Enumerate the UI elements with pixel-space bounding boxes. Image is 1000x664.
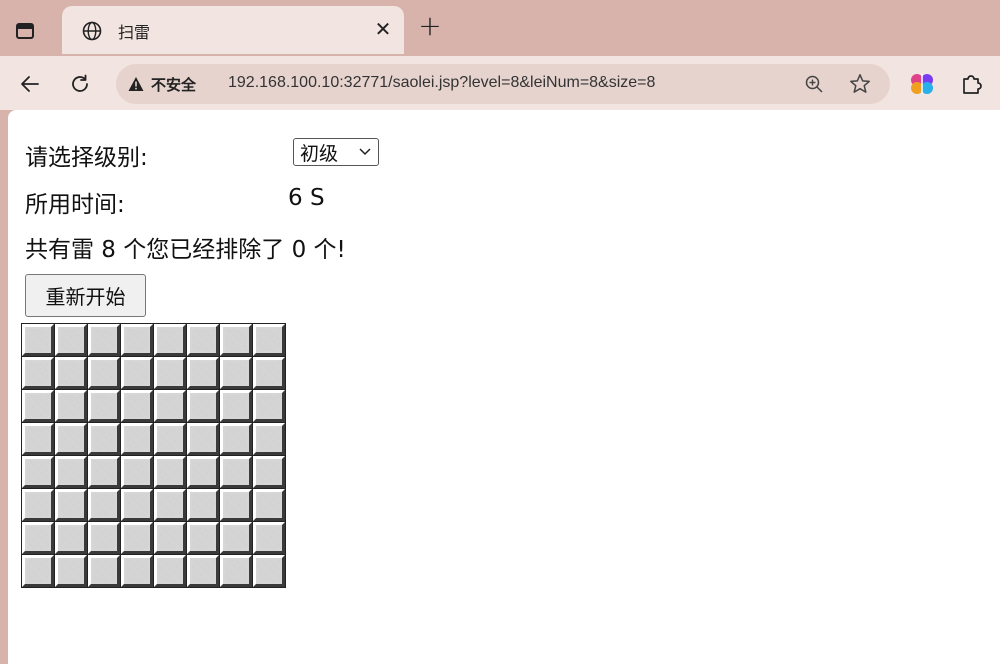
mine-cell[interactable] bbox=[120, 455, 154, 489]
mine-cell[interactable] bbox=[21, 554, 55, 588]
mine-cell[interactable] bbox=[87, 521, 121, 555]
mine-cell[interactable] bbox=[87, 422, 121, 456]
mine-cell[interactable] bbox=[153, 455, 187, 489]
mine-cell[interactable] bbox=[87, 554, 121, 588]
mine-cell[interactable] bbox=[21, 422, 55, 456]
mine-cell[interactable] bbox=[219, 455, 253, 489]
star-icon[interactable] bbox=[848, 72, 872, 96]
mine-cell[interactable] bbox=[186, 323, 220, 357]
mine-cell[interactable] bbox=[219, 521, 253, 555]
mine-cell[interactable] bbox=[153, 389, 187, 423]
mine-cell[interactable] bbox=[54, 455, 88, 489]
mine-cell[interactable] bbox=[153, 323, 187, 357]
mine-cell[interactable] bbox=[219, 554, 253, 588]
mine-cell[interactable] bbox=[153, 554, 187, 588]
mine-cell[interactable] bbox=[54, 356, 88, 390]
mine-cell[interactable] bbox=[120, 356, 154, 390]
restart-button[interactable]: 重新开始 bbox=[25, 274, 146, 317]
mine-cell[interactable] bbox=[252, 488, 286, 522]
mine-cell[interactable] bbox=[120, 488, 154, 522]
mine-cell[interactable] bbox=[186, 389, 220, 423]
mine-status-text: 共有雷 8 个您已经排除了 0 个! bbox=[25, 237, 346, 263]
mine-cell[interactable] bbox=[186, 356, 220, 390]
mine-cell[interactable] bbox=[21, 356, 55, 390]
browser-tab[interactable]: 扫雷 ✕ bbox=[62, 6, 404, 54]
level-select-value: 初级 bbox=[300, 142, 339, 165]
plus-icon[interactable]: + bbox=[416, 12, 444, 42]
mine-cell[interactable] bbox=[219, 389, 253, 423]
mine-cell[interactable] bbox=[21, 455, 55, 489]
mine-cell[interactable] bbox=[87, 488, 121, 522]
mine-cell[interactable] bbox=[219, 323, 253, 357]
tab-title: 扫雷 bbox=[118, 23, 151, 42]
url-text[interactable]: 192.168.100.10:32771/saolei.jsp?level=8&… bbox=[228, 74, 655, 92]
arrow-left-icon[interactable] bbox=[16, 70, 44, 98]
level-label: 请选择级别: bbox=[25, 145, 148, 171]
mine-cell[interactable] bbox=[54, 554, 88, 588]
mine-cell[interactable] bbox=[120, 422, 154, 456]
globe-icon bbox=[82, 21, 102, 41]
mine-cell[interactable] bbox=[252, 422, 286, 456]
mine-cell[interactable] bbox=[186, 554, 220, 588]
address-bar[interactable]: 不安全 192.168.100.10:32771/saolei.jsp?leve… bbox=[116, 64, 890, 104]
browser-toolbar: 不安全 192.168.100.10:32771/saolei.jsp?leve… bbox=[0, 56, 1000, 110]
mine-cell[interactable] bbox=[252, 323, 286, 357]
mine-cell[interactable] bbox=[87, 389, 121, 423]
mine-cell[interactable] bbox=[87, 356, 121, 390]
mine-cell[interactable] bbox=[54, 488, 88, 522]
mine-cell[interactable] bbox=[54, 521, 88, 555]
mine-cell[interactable] bbox=[21, 521, 55, 555]
mine-cell[interactable] bbox=[186, 455, 220, 489]
mine-cell[interactable] bbox=[186, 521, 220, 555]
minesweeper-grid bbox=[21, 323, 286, 588]
security-label[interactable]: 不安全 bbox=[151, 74, 196, 95]
brain-extension-icon[interactable] bbox=[910, 73, 934, 95]
mine-cell[interactable] bbox=[186, 488, 220, 522]
mine-cell[interactable] bbox=[219, 356, 253, 390]
mine-cell[interactable] bbox=[21, 323, 55, 357]
mine-cell[interactable] bbox=[120, 521, 154, 555]
mine-cell[interactable] bbox=[153, 422, 187, 456]
mine-cell[interactable] bbox=[21, 389, 55, 423]
mine-cell[interactable] bbox=[21, 488, 55, 522]
mine-cell[interactable] bbox=[219, 488, 253, 522]
close-icon[interactable]: ✕ bbox=[372, 18, 394, 40]
mine-cell[interactable] bbox=[87, 323, 121, 357]
mine-cell[interactable] bbox=[252, 356, 286, 390]
mine-cell[interactable] bbox=[54, 422, 88, 456]
mine-cell[interactable] bbox=[252, 389, 286, 423]
warning-triangle-icon bbox=[128, 77, 144, 91]
chevron-down-icon bbox=[359, 148, 371, 156]
page-content: 请选择级别: 初级 所用时间: 6 S 共有雷 8 个您已经排除了 0 个! 重… bbox=[8, 110, 1000, 664]
level-select[interactable]: 初级 bbox=[293, 138, 379, 166]
mine-cell[interactable] bbox=[120, 389, 154, 423]
time-label: 所用时间: bbox=[25, 192, 125, 218]
mine-cell[interactable] bbox=[153, 521, 187, 555]
mine-cell[interactable] bbox=[87, 455, 121, 489]
mine-cell[interactable] bbox=[186, 422, 220, 456]
mine-cell[interactable] bbox=[252, 554, 286, 588]
mine-cell[interactable] bbox=[153, 488, 187, 522]
mine-cell[interactable] bbox=[120, 554, 154, 588]
mine-cell[interactable] bbox=[252, 455, 286, 489]
zoom-in-icon[interactable] bbox=[804, 74, 824, 94]
tab-actions-menu-icon[interactable] bbox=[14, 20, 36, 42]
mine-cell[interactable] bbox=[120, 323, 154, 357]
mine-cell[interactable] bbox=[153, 356, 187, 390]
mine-cell[interactable] bbox=[252, 521, 286, 555]
mine-cell[interactable] bbox=[54, 389, 88, 423]
time-value: 6 S bbox=[288, 185, 325, 211]
reload-icon[interactable] bbox=[66, 70, 94, 98]
mine-cell[interactable] bbox=[219, 422, 253, 456]
mine-cell[interactable] bbox=[54, 323, 88, 357]
puzzle-extension-icon[interactable] bbox=[958, 70, 986, 98]
tab-strip: 扫雷 ✕ + bbox=[0, 0, 1000, 56]
